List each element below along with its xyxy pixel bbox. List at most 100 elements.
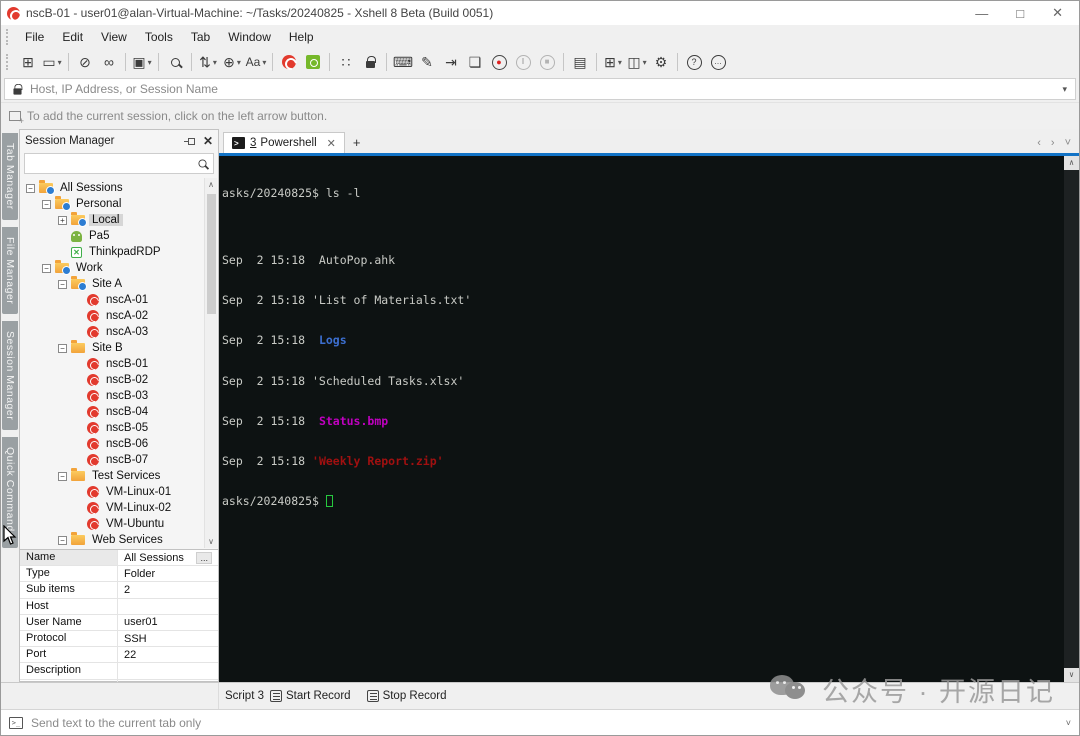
script-icon[interactable]: ❏ (464, 51, 486, 73)
lock-icon[interactable] (359, 51, 381, 73)
expander-icon[interactable]: − (58, 535, 67, 545)
tree-item-site-b[interactable]: − Site B (20, 340, 218, 356)
start-record-button[interactable]: Start Record (270, 690, 351, 702)
help-icon[interactable]: ? (683, 51, 705, 73)
expander-icon[interactable]: − (58, 279, 67, 289)
close-button[interactable]: ✕ (1052, 5, 1063, 21)
more-button[interactable]: ... (196, 551, 212, 564)
about-icon[interactable]: … (707, 51, 729, 73)
expander-icon[interactable]: − (58, 343, 67, 353)
script-label[interactable]: Script 3 (225, 690, 264, 702)
minimize-button[interactable]: — (975, 6, 988, 21)
xshell-icon[interactable] (278, 51, 300, 73)
menu-window[interactable]: Window (219, 28, 280, 46)
font-icon[interactable]: Aa ▾ (245, 51, 267, 73)
pause-record-icon[interactable]: ‖ (512, 51, 534, 73)
tab-layout-icon[interactable]: ◫ ▾ (626, 51, 648, 73)
tree-item-nscA-03[interactable]: nscA-03 (20, 324, 218, 340)
prop-row-username[interactable]: User Name user01 (20, 614, 218, 631)
chevron-down-icon[interactable]: ˅ (1066, 718, 1071, 728)
tree-item-thinkpadrdp[interactable]: ✕ ThinkpadRDP (20, 244, 218, 260)
compose-icon[interactable]: ✎ (416, 51, 438, 73)
tree-item-personal[interactable]: − Personal (20, 196, 218, 212)
tree-item-nscB-07[interactable]: nscB-07 (20, 452, 218, 468)
prop-row-protocol[interactable]: Protocol SSH (20, 630, 218, 648)
tree-item-nscB-05[interactable]: nscB-05 (20, 420, 218, 436)
prop-row-subitems[interactable]: Sub items 2 (20, 582, 218, 599)
prop-row-port[interactable]: Port 22 (20, 647, 218, 664)
tree-item-nscB-03[interactable]: nscB-03 (20, 388, 218, 404)
expander-icon[interactable]: + (58, 215, 67, 225)
menu-tools[interactable]: Tools (136, 28, 182, 46)
tree-item-partial[interactable] (20, 548, 218, 549)
prop-row-host[interactable]: Host (20, 598, 218, 615)
prop-row-name[interactable]: Name All Sessions ... (20, 550, 218, 567)
toolbar-grip[interactable] (6, 28, 11, 45)
tree-item-all-sessions[interactable]: − All Sessions (20, 180, 218, 196)
menu-help[interactable]: Help (280, 28, 323, 46)
scroll-up-icon[interactable]: ∧ (1064, 156, 1079, 170)
expander-icon[interactable]: − (58, 471, 67, 481)
new-session-icon[interactable]: ⊞ (17, 51, 39, 73)
keyboard-icon[interactable]: ⌨ (392, 51, 414, 73)
prop-row-type[interactable]: Type Folder (20, 566, 218, 583)
scroll-down-icon[interactable]: ∨ (1064, 668, 1079, 682)
prop-row-description[interactable]: Description (20, 663, 218, 680)
session-search-input[interactable] (24, 153, 214, 174)
new-tab-icon[interactable]: ⊞ ▾ (602, 51, 624, 73)
options-gear-icon[interactable]: ⚙ (650, 51, 672, 73)
tree-item-web-services[interactable]: − Web Services (20, 532, 218, 548)
tree-item-nscB-02[interactable]: nscB-02 (20, 372, 218, 388)
send-to-icon[interactable]: ⇥ (440, 51, 462, 73)
quick-commands-icon[interactable]: ▤ (569, 51, 591, 73)
encoding-globe-icon[interactable]: ⊕ ▾ (221, 51, 243, 73)
record-icon[interactable]: ● (488, 51, 510, 73)
fullscreen-icon[interactable]: ∷ (335, 51, 357, 73)
maximize-button[interactable]: □ (1016, 6, 1024, 21)
scroll-down-icon[interactable]: ∨ (205, 537, 217, 546)
tree-item-nscA-01[interactable]: nscA-01 (20, 292, 218, 308)
expander-icon[interactable]: − (42, 199, 51, 209)
menu-file[interactable]: File (16, 28, 53, 46)
tree-item-nscB-01[interactable]: nscB-01 (20, 356, 218, 372)
tree-item-nscA-02[interactable]: nscA-02 (20, 308, 218, 324)
tree-item-test-services[interactable]: − Test Services (20, 468, 218, 484)
send-text-bar[interactable]: >_ Send text to the current tab only ˅ (1, 709, 1079, 735)
tab-powershell[interactable]: > 3 Powershell ✕ (223, 132, 345, 153)
tree-item-site-a[interactable]: − Site A (20, 276, 218, 292)
expander-icon[interactable]: − (26, 183, 35, 193)
terminal-scrollbar[interactable]: ∧ ∨ (1064, 156, 1079, 682)
tree-item-vm-linux-01[interactable]: VM-Linux-01 (20, 484, 218, 500)
menu-view[interactable]: View (92, 28, 136, 46)
tree-item-pa5[interactable]: Pa5 (20, 228, 218, 244)
expander-icon[interactable]: − (42, 263, 51, 273)
menu-edit[interactable]: Edit (53, 28, 92, 46)
tab-prev-icon[interactable]: ‹ (1037, 137, 1041, 149)
tree-item-vm-linux-02[interactable]: VM-Linux-02 (20, 500, 218, 516)
tree-item-nscB-04[interactable]: nscB-04 (20, 404, 218, 420)
tab-next-icon[interactable]: › (1051, 137, 1055, 149)
scrollbar-thumb[interactable] (207, 194, 216, 314)
tree-scrollbar[interactable]: ∧ ∨ (204, 178, 217, 548)
tab-close-icon[interactable]: ✕ (327, 137, 336, 150)
sidetab-file-manager[interactable]: File Manager (2, 226, 18, 315)
panel-close-icon[interactable]: ✕ (203, 134, 213, 148)
tree-item-local[interactable]: + Local (20, 212, 218, 228)
xftp-icon[interactable] (302, 51, 324, 73)
disconnect-icon[interactable]: ⊘ (74, 51, 96, 73)
menu-tab[interactable]: Tab (182, 28, 219, 46)
host-input[interactable]: Host, IP Address, or Session Name ▾ (4, 78, 1076, 100)
sidetab-tab-manager[interactable]: Tab Manager (2, 133, 18, 220)
pin-icon[interactable] (183, 137, 195, 145)
stop-record-button[interactable]: Stop Record (366, 690, 447, 702)
open-sessions-icon[interactable]: ▭ ▾ (41, 51, 63, 73)
file-transfer-icon[interactable]: ⇅ ▾ (197, 51, 219, 73)
chevron-down-icon[interactable]: ▾ (1062, 84, 1067, 95)
session-properties-icon[interactable]: ▣ ▾ (131, 51, 153, 73)
sidetab-session-manager[interactable]: Session Manager (2, 321, 18, 431)
tree-item-nscB-06[interactable]: nscB-06 (20, 436, 218, 452)
tree-item-vm-ubuntu[interactable]: VM-Ubuntu (20, 516, 218, 532)
toolbar-grip2[interactable] (6, 54, 11, 70)
tab-menu-icon[interactable]: ˅ (1065, 137, 1071, 149)
tree-item-work[interactable]: − Work (20, 260, 218, 276)
